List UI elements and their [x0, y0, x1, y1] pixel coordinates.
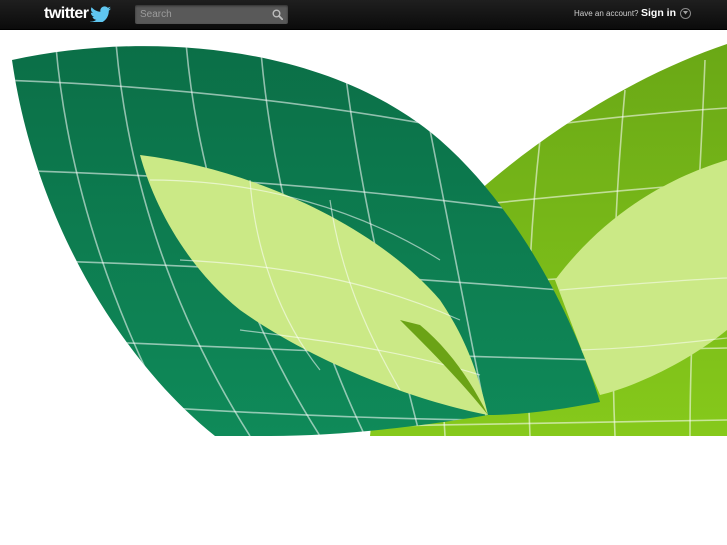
- leaf-globe-banner: [12, 44, 727, 436]
- twitter-logo[interactable]: twitter: [44, 4, 112, 24]
- bird-icon: [89, 6, 111, 22]
- chevron-down-icon: [680, 7, 691, 19]
- logo-text: twitter: [44, 5, 89, 22]
- dark-leaf: [12, 46, 600, 436]
- signin-label: Sign in: [641, 7, 676, 19]
- search-input[interactable]: [135, 5, 263, 24]
- search-button[interactable]: [270, 7, 285, 22]
- have-account-text: Have an account?: [574, 9, 639, 18]
- search-icon: [272, 9, 283, 20]
- signin-button[interactable]: Sign in: [641, 7, 691, 19]
- top-bar: twitter Have an account? Sign in: [0, 0, 727, 30]
- search-box: [135, 5, 288, 24]
